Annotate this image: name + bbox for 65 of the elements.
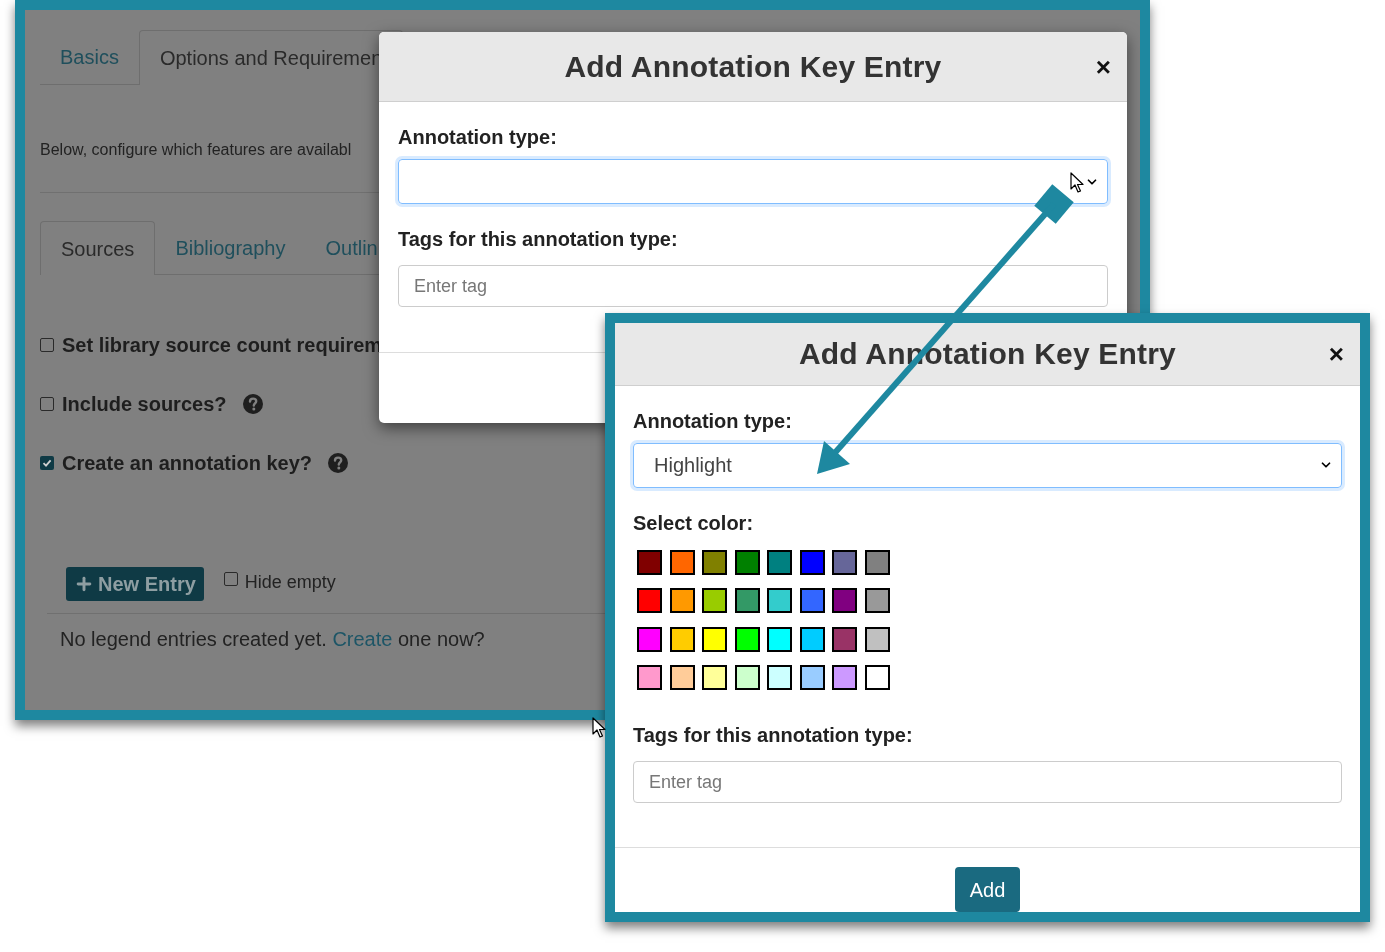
- option-label: Create an annotation key?: [62, 451, 313, 476]
- color-swatch[interactable]: [734, 665, 760, 690]
- close-button[interactable]: ×: [1328, 340, 1344, 367]
- color-swatch[interactable]: [767, 665, 792, 690]
- color-swatch[interactable]: [637, 626, 662, 652]
- select-value: Highlight: [654, 453, 732, 478]
- field-label: Tags for this annotation type:: [398, 227, 679, 252]
- color-swatch[interactable]: [799, 549, 825, 575]
- color-swatch[interactable]: [799, 626, 825, 652]
- tab[interactable]: Basics: [40, 30, 139, 84]
- field-label: Select color:: [633, 510, 755, 536]
- color-swatch[interactable]: [799, 588, 825, 613]
- color-swatch[interactable]: [767, 549, 792, 575]
- checkbox[interactable]: [223, 572, 238, 586]
- color-swatch[interactable]: [669, 665, 695, 690]
- color-swatch[interactable]: [702, 665, 727, 690]
- tab[interactable]: Sources: [40, 221, 156, 275]
- dialog-title: Add Annotation Key Entry: [564, 49, 942, 85]
- new-entry-button[interactable]: New Entry: [66, 567, 204, 601]
- tab[interactable]: Options and Requiremen: [138, 30, 404, 85]
- color-swatch[interactable]: [669, 626, 695, 652]
- color-swatch[interactable]: [702, 549, 727, 575]
- color-swatch[interactable]: [832, 626, 857, 652]
- color-swatch[interactable]: [832, 549, 857, 575]
- color-swatch[interactable]: [637, 549, 662, 575]
- color-swatch[interactable]: [702, 588, 727, 613]
- color-swatch[interactable]: [832, 588, 857, 613]
- color-swatch[interactable]: [734, 588, 760, 613]
- close-button[interactable]: ×: [1095, 53, 1111, 80]
- checkbox[interactable]: [40, 397, 54, 411]
- field-label: Annotation type:: [633, 408, 793, 434]
- color-swatch[interactable]: [734, 549, 760, 575]
- checkbox[interactable]: [40, 456, 54, 470]
- field-label: Tags for this annotation type:: [633, 723, 914, 748]
- color-swatch[interactable]: [767, 626, 792, 652]
- tab[interactable]: Bibliography: [155, 221, 306, 274]
- option-label: Include sources?: [62, 392, 227, 417]
- color-swatch[interactable]: [637, 588, 662, 613]
- color-swatch[interactable]: [832, 665, 857, 690]
- hide-empty-label: Hide empty: [244, 571, 336, 594]
- color-swatch[interactable]: [734, 626, 760, 652]
- intro-text: Below, configure which features are availabl: [40, 140, 352, 160]
- color-swatch[interactable]: [669, 549, 695, 575]
- color-swatch[interactable]: [864, 665, 890, 690]
- option-label: Set library source count requirem: [62, 333, 383, 358]
- tag-input[interactable]: Enter tag: [398, 265, 1108, 307]
- color-swatch[interactable]: [799, 665, 825, 690]
- color-swatch[interactable]: [702, 626, 727, 652]
- tag-input[interactable]: Enter tag: [633, 761, 1342, 803]
- field-label: Annotation type:: [398, 125, 558, 150]
- plus-icon: [74, 574, 94, 594]
- color-swatch[interactable]: [767, 588, 792, 613]
- color-swatch[interactable]: [864, 626, 890, 652]
- cursor-icon: [1070, 172, 1084, 193]
- annotation-type-select[interactable]: Highlight: [633, 442, 1342, 488]
- help-icon[interactable]: [242, 394, 263, 414]
- checkbox[interactable]: [40, 338, 54, 352]
- color-swatch[interactable]: [637, 665, 662, 690]
- color-swatch[interactable]: [669, 588, 695, 613]
- color-swatch[interactable]: [864, 549, 890, 575]
- create-link[interactable]: Create: [332, 628, 393, 650]
- help-icon[interactable]: [328, 453, 349, 473]
- color-swatch[interactable]: [864, 588, 890, 613]
- add-button[interactable]: Add: [954, 867, 1021, 912]
- empty-message: No legend entries created yet. Create one now?: [60, 627, 485, 652]
